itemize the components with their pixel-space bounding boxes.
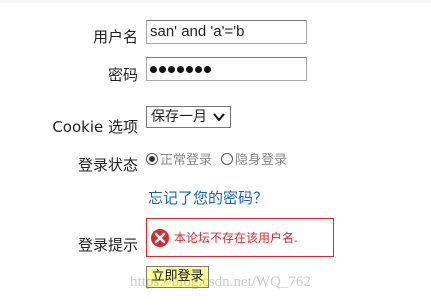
cookie-select[interactable]: 保存一月 — [146, 106, 231, 128]
password-dot — [150, 65, 157, 73]
forgot-password-link[interactable]: 忘记了您的密码？ — [148, 187, 268, 208]
error-message-box: 本论坛不存在该用户名. — [146, 218, 334, 257]
password-dot — [159, 65, 166, 73]
password-input[interactable] — [146, 57, 307, 81]
password-dot — [195, 65, 202, 73]
password-dot — [186, 65, 193, 73]
username-input[interactable]: san' and 'a'='b — [146, 20, 307, 44]
login-tip-label: 登录提示 — [77, 236, 138, 254]
password-mask — [150, 60, 303, 78]
error-message: 本论坛不存在该用户名. — [174, 231, 298, 245]
password-label: 密码 — [107, 66, 138, 84]
error-x-icon — [151, 229, 169, 247]
status-option-normal-label: 正常登录 — [160, 153, 213, 168]
username-label: 用户名 — [92, 28, 138, 46]
watermark: https://blog.csdn.net/WQ_762 — [130, 274, 311, 290]
cookie-label: Cookie 选项 — [52, 118, 138, 136]
status-option-normal[interactable]: 正常登录 — [146, 149, 212, 168]
password-dot — [204, 65, 211, 73]
password-dot — [168, 65, 175, 73]
status-option-invisible-label: 隐身登录 — [235, 153, 288, 168]
radio-invisible[interactable] — [221, 152, 233, 165]
cookie-selected-value: 保存一月 — [151, 109, 207, 125]
status-option-invisible[interactable]: 隐身登录 — [221, 149, 287, 168]
chevron-down-icon — [213, 113, 225, 122]
radio-normal[interactable] — [146, 152, 158, 165]
login-status-label: 登录状态 — [77, 156, 138, 174]
top-border — [0, 0, 431, 3]
password-dot — [177, 65, 184, 73]
